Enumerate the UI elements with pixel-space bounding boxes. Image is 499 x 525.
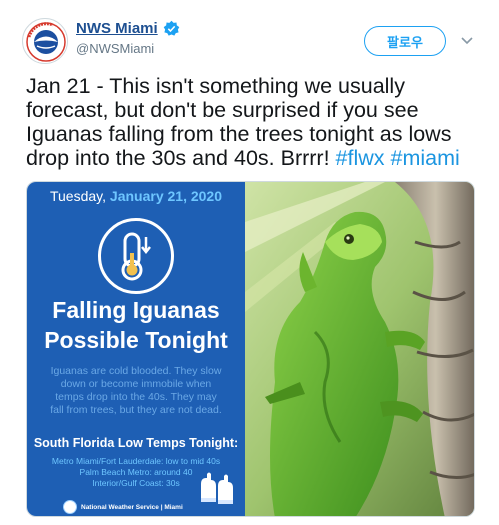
graphic-text-panel: Tuesday, January 21, 2020 Falling Iguana… (27, 182, 245, 516)
graphic-footer: National Weather Service | Miami (63, 500, 183, 514)
description-line: fall from trees, but they are not dead. (50, 404, 222, 416)
tweet-line: Iguanas falling from the trees tonight a… (26, 122, 452, 146)
noaa-logo-icon (63, 500, 77, 514)
tweet-line: forecast, but don't be surprised if you … (26, 98, 419, 122)
description-line: down or become immobile when (60, 378, 212, 390)
footer-text: National Weather Service | Miami (81, 503, 183, 511)
account-handle[interactable]: @NWSMiami (76, 41, 154, 56)
description-line: temps drop into the 40s. They may (55, 391, 217, 403)
thermometer-icon (98, 218, 174, 294)
display-name[interactable]: NWS Miami (76, 20, 158, 37)
low-temp-item: Metro Miami/Fort Lauderdale: low to mid … (51, 456, 221, 466)
headline-line: Falling Iguanas (52, 297, 220, 323)
nws-logo-icon[interactable] (22, 18, 68, 64)
graphic-date-value: January 21, 2020 (109, 188, 222, 204)
chevron-down-icon[interactable] (459, 32, 475, 48)
description-line: Iguanas are cold blooded. They slow (50, 365, 222, 377)
iguana-photo (245, 182, 474, 516)
low-temps-heading: South Florida Low Temps Tonight: (33, 436, 239, 450)
follow-button[interactable]: 팔로우 (364, 26, 446, 56)
verified-badge-icon (163, 20, 179, 36)
tweet-media-image[interactable]: Tuesday, January 21, 2020 Falling Iguana… (26, 181, 475, 517)
gloves-icon (201, 472, 233, 504)
hashtag-miami[interactable]: #miami (391, 146, 460, 170)
tweet-line: drop into the 30s and 40s. Brrrr! #flwx … (26, 146, 486, 170)
graphic-description: Iguanas are cold blooded. They slow down… (37, 365, 235, 417)
graphic-weekday: Tuesday, (49, 188, 107, 204)
graphic-date: Tuesday, January 21, 2020 (27, 188, 245, 204)
graphic-headline: Falling Iguanas Possible Tonight (27, 295, 245, 355)
account-name-row: NWS Miami (76, 20, 180, 37)
tweet-card: NWS Miami @NWSMiami 팔로우 Jan 21 - This is… (0, 0, 499, 525)
hashtag-flwx[interactable]: #flwx (336, 146, 385, 170)
tweet-line: Jan 21 - This isn't something we usually (26, 74, 405, 98)
headline-line: Possible Tonight (44, 327, 228, 353)
tweet-text: Jan 21 - This isn't something we usually… (26, 74, 486, 170)
tweet-line-text: drop into the 30s and 40s. Brrrr! (26, 146, 336, 170)
